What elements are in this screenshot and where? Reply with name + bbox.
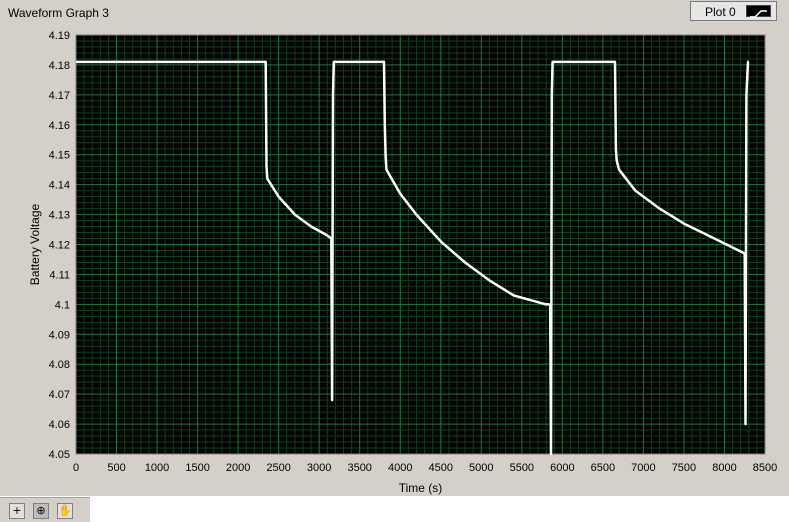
y-tick-label: 4.06 <box>49 419 70 431</box>
x-tick-label: 5000 <box>469 462 493 474</box>
graph-palette: + ⊕ ✋ <box>0 497 90 522</box>
x-tick-label: 8500 <box>753 462 777 474</box>
zoom-tool-icon[interactable]: ⊕ <box>33 503 49 519</box>
y-tick-label: 4.07 <box>49 389 70 401</box>
x-tick-label: 8000 <box>712 462 736 474</box>
y-tick-label: 4.19 <box>49 30 70 42</box>
y-tick-label: 4.05 <box>49 449 70 461</box>
y-tick-label: 4.1 <box>55 299 70 311</box>
x-tick-label: 6500 <box>591 462 615 474</box>
y-tick-label: 4.12 <box>49 240 70 252</box>
y-tick-label: 4.15 <box>49 150 70 162</box>
x-tick-label: 2000 <box>226 462 250 474</box>
waveform-chart[interactable]: 0 500 1000 1500 2000 2500 3000 3500 4000 4500 5000… <box>0 0 789 496</box>
y-tick-label: 4.17 <box>49 90 70 102</box>
x-tick-label: 1000 <box>145 462 169 474</box>
pan-tool-icon[interactable]: ✋ <box>57 503 73 519</box>
x-tick-label: 7000 <box>631 462 655 474</box>
x-tick-label: 500 <box>107 462 125 474</box>
x-tick-label: 3500 <box>347 462 371 474</box>
y-tick-label: 4.14 <box>49 180 70 192</box>
x-tick-label: 5500 <box>510 462 534 474</box>
x-tick-label: 2500 <box>266 462 290 474</box>
x-tick-label: 4500 <box>429 462 453 474</box>
y-axis-label: Battery Voltage <box>28 203 42 285</box>
x-tick-label: 7500 <box>672 462 696 474</box>
y-tick-label: 4.11 <box>49 269 70 281</box>
y-tick-label: 4.09 <box>49 329 70 341</box>
y-tick-label: 4.08 <box>49 359 70 371</box>
cursor-move-tool-icon[interactable]: + <box>9 503 25 519</box>
x-axis-label: Time (s) <box>399 481 443 495</box>
waveform-graph-panel: Waveform Graph 3 Plot 0 0 500 1000 1500 2000… <box>0 0 789 496</box>
x-tick-label: 0 <box>73 462 79 474</box>
x-tick-label: 1500 <box>185 462 209 474</box>
y-tick-label: 4.13 <box>49 210 70 222</box>
x-tick-label: 6000 <box>550 462 574 474</box>
x-tick-label: 4000 <box>388 462 412 474</box>
y-tick-label: 4.16 <box>49 120 70 132</box>
x-tick-label: 3000 <box>307 462 331 474</box>
y-tick-label: 4.18 <box>49 60 70 72</box>
